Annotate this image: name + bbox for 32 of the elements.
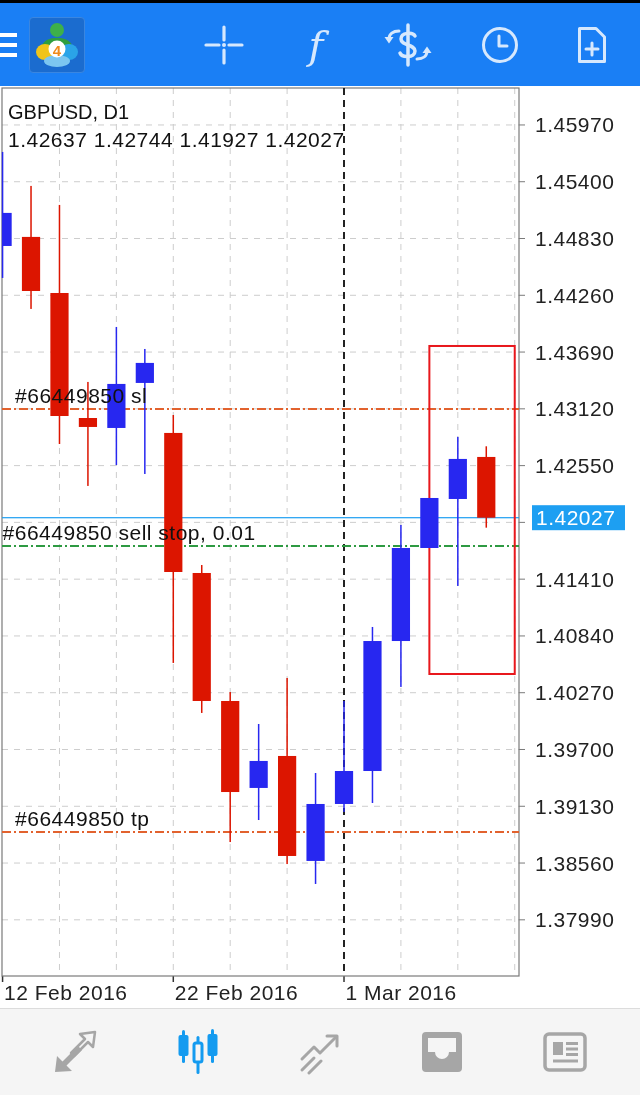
price-axis-label: 1.44830 xyxy=(535,227,615,250)
newspaper-icon xyxy=(541,1029,588,1075)
menu-icon xyxy=(0,32,17,57)
price-axis-label: 1.38560 xyxy=(535,851,615,875)
price-axis-label: 1.45400 xyxy=(535,170,615,194)
price-axis-label: 1.41410 xyxy=(535,567,615,591)
logo-emblem-icon xyxy=(36,22,78,67)
crosshair-icon xyxy=(204,24,244,65)
price-axis-label: 1.39130 xyxy=(535,794,615,818)
candle xyxy=(420,498,439,548)
date-axis-label: 1 Mar 2016 xyxy=(345,981,457,1004)
price-axis-label: 1.42550 xyxy=(535,454,615,478)
document-plus-icon xyxy=(576,24,608,65)
current-price-tag: 1.42027 xyxy=(532,505,625,531)
price-axis-label: 1.43690 xyxy=(535,340,615,364)
price-axis-label: 1.44260 xyxy=(535,283,615,307)
price-axis-label: 1.39700 xyxy=(535,738,615,761)
dollar-arrows-icon xyxy=(384,22,432,67)
price-axis-label: 1.37990 xyxy=(535,908,615,932)
date-axis-label: 22 Feb 2016 xyxy=(174,981,299,1004)
function-button[interactable]: f xyxy=(286,14,346,75)
clock-icon xyxy=(481,25,519,64)
diagonal-arrows-icon xyxy=(52,1029,99,1075)
price-axis-label: 1.40840 xyxy=(535,624,615,648)
order-label: #66449850 tp xyxy=(15,806,150,830)
ohlc-values: 1.42637 1.42744 1.41927 1.42027 xyxy=(8,128,345,151)
logo-digit: 4 xyxy=(51,42,63,58)
price-axis-label: 1.45970 xyxy=(535,113,615,137)
price-axis-label: 1.43120 xyxy=(535,397,615,421)
chart-title: GBPUSD, D1 xyxy=(8,101,130,123)
price-axis-label: 1.40270 xyxy=(535,681,615,705)
date-axis-label: 12 Feb 2016 xyxy=(4,981,128,1004)
